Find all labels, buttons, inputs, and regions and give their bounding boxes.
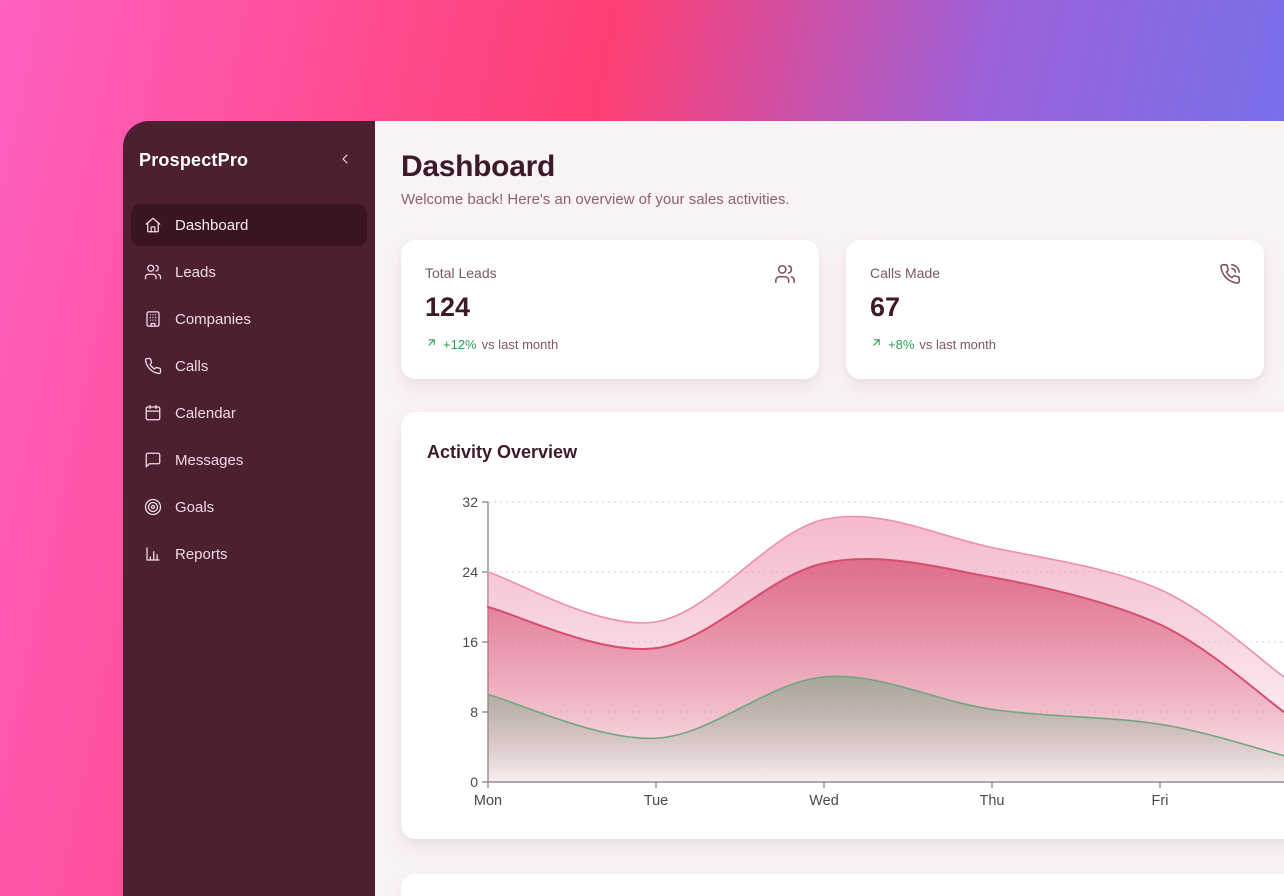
- chart-title: Activity Overview: [427, 442, 1284, 463]
- svg-text:32: 32: [462, 494, 478, 510]
- phone-call-icon: [1219, 263, 1241, 290]
- stat-card-calls-made: Calls Made 67 +8% vs last month: [846, 240, 1264, 379]
- trend-caption: vs last month: [919, 337, 996, 352]
- sidebar-item-label: Leads: [175, 264, 216, 281]
- stat-label: Calls Made: [870, 265, 1240, 281]
- trend-caption: vs last month: [482, 337, 559, 352]
- stat-trend: +8% vs last month: [870, 336, 1240, 352]
- calendar-icon: [144, 404, 162, 422]
- svg-text:Fri: Fri: [1152, 793, 1169, 809]
- svg-text:Mon: Mon: [474, 793, 502, 809]
- sidebar-item-calls[interactable]: Calls: [131, 345, 367, 387]
- users-icon: [144, 263, 162, 281]
- arrow-up-right-icon: [425, 336, 438, 352]
- svg-text:Tue: Tue: [644, 793, 668, 809]
- stat-label: Total Leads: [425, 265, 795, 281]
- sidebar-item-label: Calendar: [175, 405, 236, 422]
- bar-chart-icon: [144, 545, 162, 563]
- svg-text:8: 8: [470, 704, 478, 720]
- stat-card-total-leads: Total Leads 124 +12% vs last month: [401, 240, 819, 379]
- svg-text:Wed: Wed: [809, 793, 839, 809]
- sidebar-item-reports[interactable]: Reports: [131, 533, 367, 575]
- message-square-icon: [144, 451, 162, 469]
- target-icon: [144, 498, 162, 516]
- sidebar-nav: Dashboard Leads Companies Calls: [123, 196, 375, 588]
- sidebar-item-goals[interactable]: Goals: [131, 486, 367, 528]
- sidebar: ProspectPro Dashboard Leads: [123, 121, 375, 896]
- arrow-up-right-icon: [870, 336, 883, 352]
- phone-icon: [144, 357, 162, 375]
- stat-value: 124: [425, 292, 795, 323]
- activity-overview-card: Activity Overview 0 8 16 24 32 Mon Tue Wed Thu Fr…: [401, 412, 1284, 839]
- activity-chart: 0 8 16 24 32 Mon Tue Wed Thu Fri: [440, 492, 1284, 814]
- stat-trend: +12% vs last month: [425, 336, 795, 352]
- trend-percent: +8%: [888, 337, 914, 352]
- sidebar-item-label: Dashboard: [175, 217, 248, 234]
- home-icon: [144, 216, 162, 234]
- users-icon: [774, 263, 796, 290]
- building-icon: [144, 310, 162, 328]
- svg-text:24: 24: [462, 564, 478, 580]
- app-logo-text: ProspectPro: [139, 150, 248, 171]
- sidebar-item-label: Reports: [175, 546, 228, 563]
- page-subtitle: Welcome back! Here's an overview of your…: [401, 191, 1284, 208]
- sidebar-collapse-button[interactable]: [335, 149, 355, 172]
- sidebar-item-leads[interactable]: Leads: [131, 251, 367, 293]
- page-title: Dashboard: [401, 150, 1284, 184]
- main-content: Dashboard Welcome back! Here's an overvi…: [375, 121, 1284, 896]
- stats-row: Total Leads 124 +12% vs last month Calls…: [401, 240, 1284, 379]
- svg-text:Thu: Thu: [980, 793, 1005, 809]
- sidebar-header: ProspectPro: [123, 121, 375, 196]
- svg-text:16: 16: [462, 634, 478, 650]
- sidebar-item-label: Goals: [175, 499, 214, 516]
- sidebar-item-dashboard[interactable]: Dashboard: [131, 204, 367, 246]
- sidebar-item-label: Companies: [175, 311, 251, 328]
- trend-percent: +12%: [443, 337, 477, 352]
- sidebar-item-calendar[interactable]: Calendar: [131, 392, 367, 434]
- sidebar-item-companies[interactable]: Companies: [131, 298, 367, 340]
- sidebar-item-messages[interactable]: Messages: [131, 439, 367, 481]
- sidebar-item-label: Messages: [175, 452, 243, 469]
- next-section-card: [401, 874, 1284, 896]
- app-window: ProspectPro Dashboard Leads: [123, 121, 1284, 896]
- sidebar-item-label: Calls: [175, 358, 208, 375]
- chevron-left-icon: [337, 151, 353, 170]
- svg-text:0: 0: [470, 774, 478, 790]
- stat-value: 67: [870, 292, 1240, 323]
